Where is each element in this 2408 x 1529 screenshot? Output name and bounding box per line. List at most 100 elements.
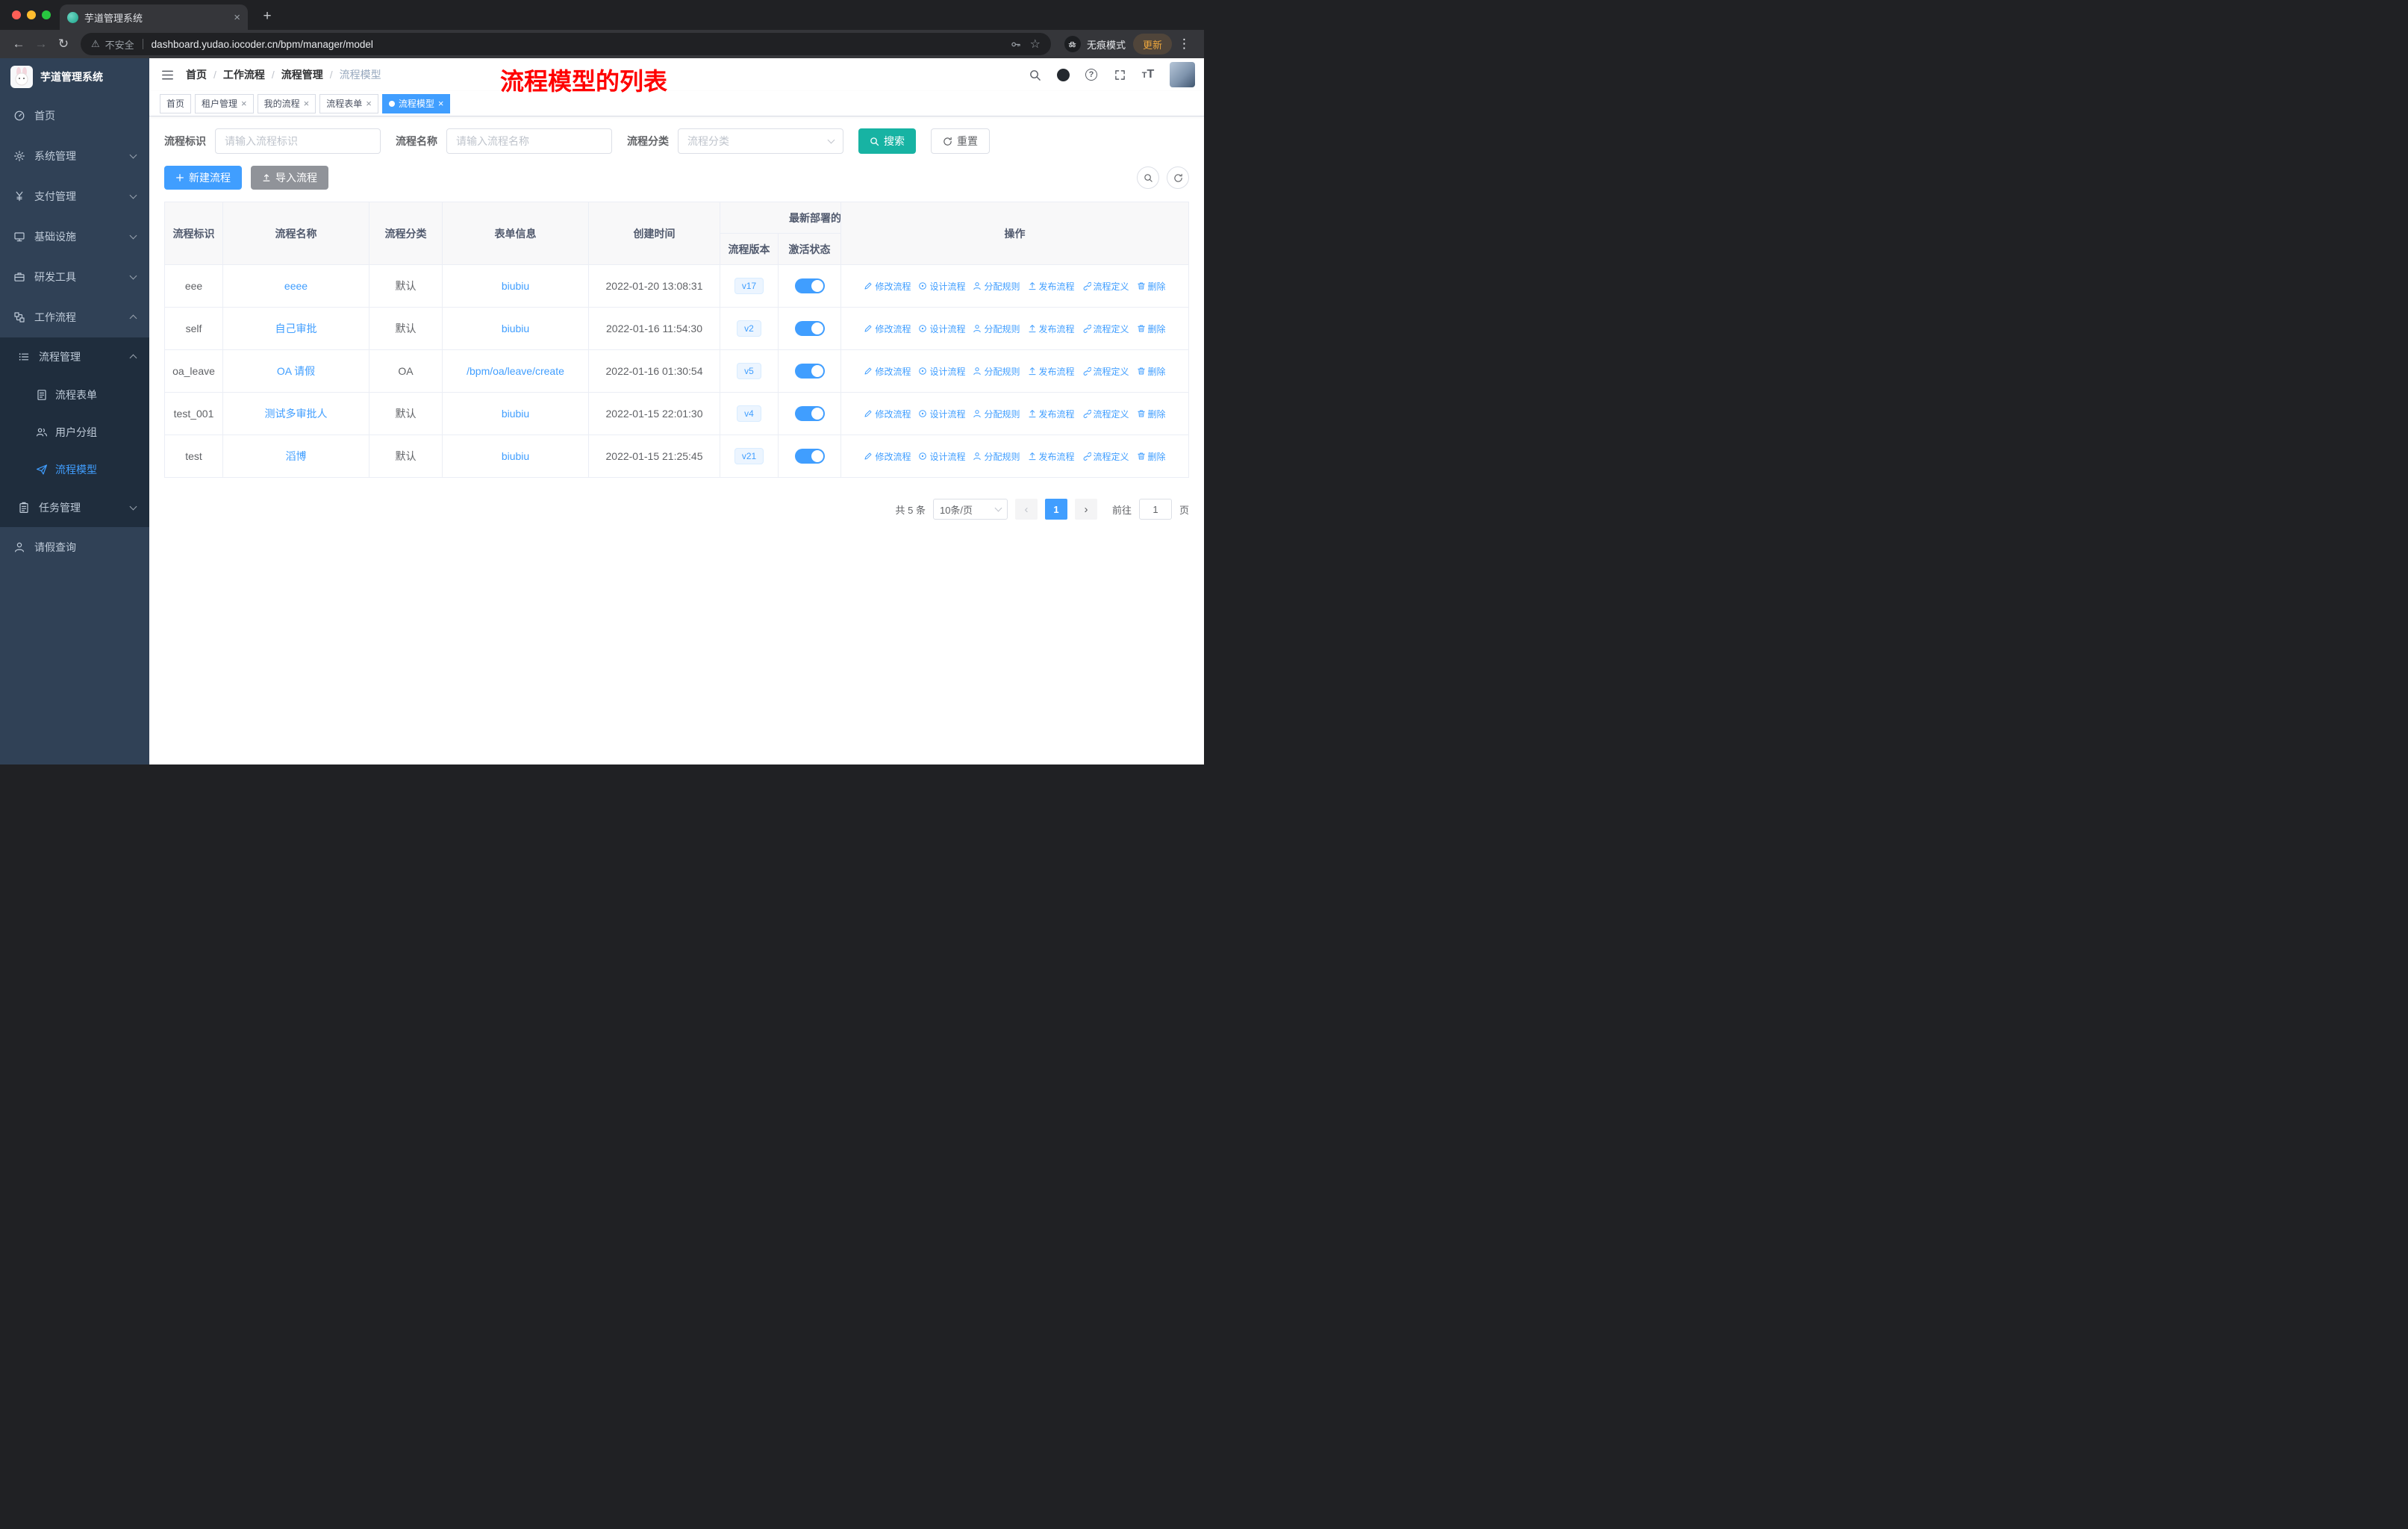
action-publish-process-link[interactable]: 发布流程	[1028, 450, 1075, 463]
action-edit-process-link[interactable]: 修改流程	[864, 323, 911, 335]
active-toggle[interactable]	[794, 449, 825, 464]
action-publish-process-link[interactable]: 发布流程	[1028, 408, 1075, 420]
update-button[interactable]: 更新	[1132, 34, 1172, 55]
sidebar-item-home[interactable]: 首页	[0, 96, 149, 136]
process-key-input[interactable]	[215, 128, 381, 154]
user-avatar[interactable]	[1170, 62, 1195, 87]
active-toggle[interactable]	[794, 321, 825, 336]
next-page-button[interactable]: ›	[1074, 499, 1097, 520]
new-tab-button[interactable]: +	[258, 7, 276, 25]
action-design-process-link[interactable]: 设计流程	[918, 365, 965, 378]
tab-close-icon[interactable]: ×	[304, 98, 310, 109]
tab-close-icon[interactable]: ×	[234, 11, 240, 24]
forward-icon[interactable]: →	[30, 33, 52, 55]
action-edit-process-link[interactable]: 修改流程	[864, 280, 911, 293]
action-delete-link[interactable]: 删除	[1137, 365, 1166, 378]
model-name-link[interactable]: 测试多审批人	[265, 408, 328, 420]
sidebar-item-task-mgmt[interactable]: 任务管理	[0, 488, 149, 527]
category-select[interactable]: 流程分类	[678, 128, 843, 154]
bookmark-star-icon[interactable]: ☆	[1030, 37, 1041, 52]
close-window-button[interactable]	[12, 10, 21, 19]
action-assign-rule-link[interactable]: 分配规则	[973, 408, 1020, 420]
action-edit-process-link[interactable]: 修改流程	[864, 408, 911, 420]
model-name-link[interactable]: 滔博	[286, 450, 307, 462]
tab-close-icon[interactable]: ×	[438, 98, 444, 109]
action-process-definition-link[interactable]: 流程定义	[1082, 365, 1129, 378]
page-number-button[interactable]: 1	[1044, 499, 1067, 520]
sidebar-item-process-model[interactable]: 流程模型	[0, 451, 149, 488]
sidebar-item-system[interactable]: 系统管理	[0, 136, 149, 176]
process-name-input[interactable]	[446, 128, 612, 154]
action-process-definition-link[interactable]: 流程定义	[1082, 450, 1129, 463]
form-info-link[interactable]: biubiu	[502, 280, 529, 292]
fullscreen-icon[interactable]	[1107, 58, 1132, 91]
view-tab-0[interactable]: 首页	[160, 93, 192, 113]
tab-close-icon[interactable]: ×	[241, 98, 247, 109]
sidebar-item-pay[interactable]: 支付管理	[0, 176, 149, 217]
form-info-link[interactable]: biubiu	[502, 408, 529, 420]
form-info-link[interactable]: /bpm/oa/leave/create	[467, 365, 564, 377]
sidebar-item-workflow[interactable]: 工作流程	[0, 297, 149, 337]
action-design-process-link[interactable]: 设计流程	[918, 408, 965, 420]
action-design-process-link[interactable]: 设计流程	[918, 450, 965, 463]
action-publish-process-link[interactable]: 发布流程	[1028, 280, 1075, 293]
action-design-process-link[interactable]: 设计流程	[918, 323, 965, 335]
toggle-search-button[interactable]	[1137, 166, 1159, 189]
action-edit-process-link[interactable]: 修改流程	[864, 450, 911, 463]
hamburger-icon[interactable]	[149, 68, 186, 82]
action-process-definition-link[interactable]: 流程定义	[1082, 323, 1129, 335]
breadcrumb-home[interactable]: 首页	[186, 67, 207, 82]
sidebar-item-infra[interactable]: 基础设施	[0, 217, 149, 257]
back-icon[interactable]: ←	[7, 33, 30, 55]
search-icon[interactable]	[1022, 58, 1047, 91]
action-process-definition-link[interactable]: 流程定义	[1082, 408, 1129, 420]
model-name-link[interactable]: 自己审批	[275, 323, 317, 334]
view-tab-2[interactable]: 我的流程 ×	[257, 93, 316, 113]
prev-page-button[interactable]: ‹	[1014, 499, 1038, 520]
zoom-window-button[interactable]	[42, 10, 51, 19]
goto-page-input[interactable]	[1138, 499, 1172, 520]
form-info-link[interactable]: biubiu	[502, 323, 529, 334]
action-delete-link[interactable]: 删除	[1137, 408, 1166, 420]
view-tab-4[interactable]: 流程模型 ×	[381, 93, 451, 113]
active-toggle[interactable]	[794, 406, 825, 421]
minimize-window-button[interactable]	[27, 10, 36, 19]
font-size-icon[interactable]: TT	[1135, 58, 1161, 91]
action-delete-link[interactable]: 删除	[1137, 323, 1166, 335]
action-assign-rule-link[interactable]: 分配规则	[973, 280, 1020, 293]
browser-menu-icon[interactable]: ⋮	[1172, 37, 1197, 52]
action-assign-rule-link[interactable]: 分配规则	[973, 323, 1020, 335]
view-tab-1[interactable]: 租户管理 ×	[195, 93, 254, 113]
github-icon[interactable]	[1050, 58, 1076, 91]
breadcrumb-process-mgmt[interactable]: 流程管理	[281, 67, 323, 82]
tab-close-icon[interactable]: ×	[366, 98, 372, 109]
action-publish-process-link[interactable]: 发布流程	[1028, 365, 1075, 378]
action-edit-process-link[interactable]: 修改流程	[864, 365, 911, 378]
address-bar[interactable]: ⚠ 不安全 dashboard.yudao.iocoder.cn/bpm/man…	[81, 33, 1051, 55]
action-delete-link[interactable]: 删除	[1137, 280, 1166, 293]
action-delete-link[interactable]: 删除	[1137, 450, 1166, 463]
refresh-button[interactable]	[1167, 166, 1189, 189]
action-design-process-link[interactable]: 设计流程	[918, 280, 965, 293]
reload-icon[interactable]: ↻	[52, 33, 75, 55]
sidebar-item-leave-query[interactable]: 请假查询	[0, 527, 149, 567]
view-tab-3[interactable]: 流程表单 ×	[319, 93, 378, 113]
password-key-icon[interactable]	[1010, 39, 1021, 50]
action-assign-rule-link[interactable]: 分配规则	[973, 450, 1020, 463]
model-name-link[interactable]: eeee	[284, 280, 308, 292]
import-process-button[interactable]: 导入流程	[251, 166, 328, 190]
action-process-definition-link[interactable]: 流程定义	[1082, 280, 1129, 293]
sidebar-item-process-form[interactable]: 流程表单	[0, 376, 149, 414]
search-button[interactable]: 搜索	[858, 128, 916, 154]
model-name-link[interactable]: OA 请假	[277, 365, 315, 377]
sidebar-item-user-group[interactable]: 用户分组	[0, 414, 149, 451]
breadcrumb-workflow[interactable]: 工作流程	[223, 67, 265, 82]
help-icon[interactable]: ?	[1079, 58, 1104, 91]
sidebar-item-process-mgmt[interactable]: 流程管理	[0, 337, 149, 376]
action-publish-process-link[interactable]: 发布流程	[1028, 323, 1075, 335]
browser-tab[interactable]: 芋道管理系统 ×	[60, 4, 248, 30]
sidebar-item-dev-tools[interactable]: 研发工具	[0, 257, 149, 297]
form-info-link[interactable]: biubiu	[502, 450, 529, 462]
active-toggle[interactable]	[794, 364, 825, 379]
active-toggle[interactable]	[794, 278, 825, 293]
